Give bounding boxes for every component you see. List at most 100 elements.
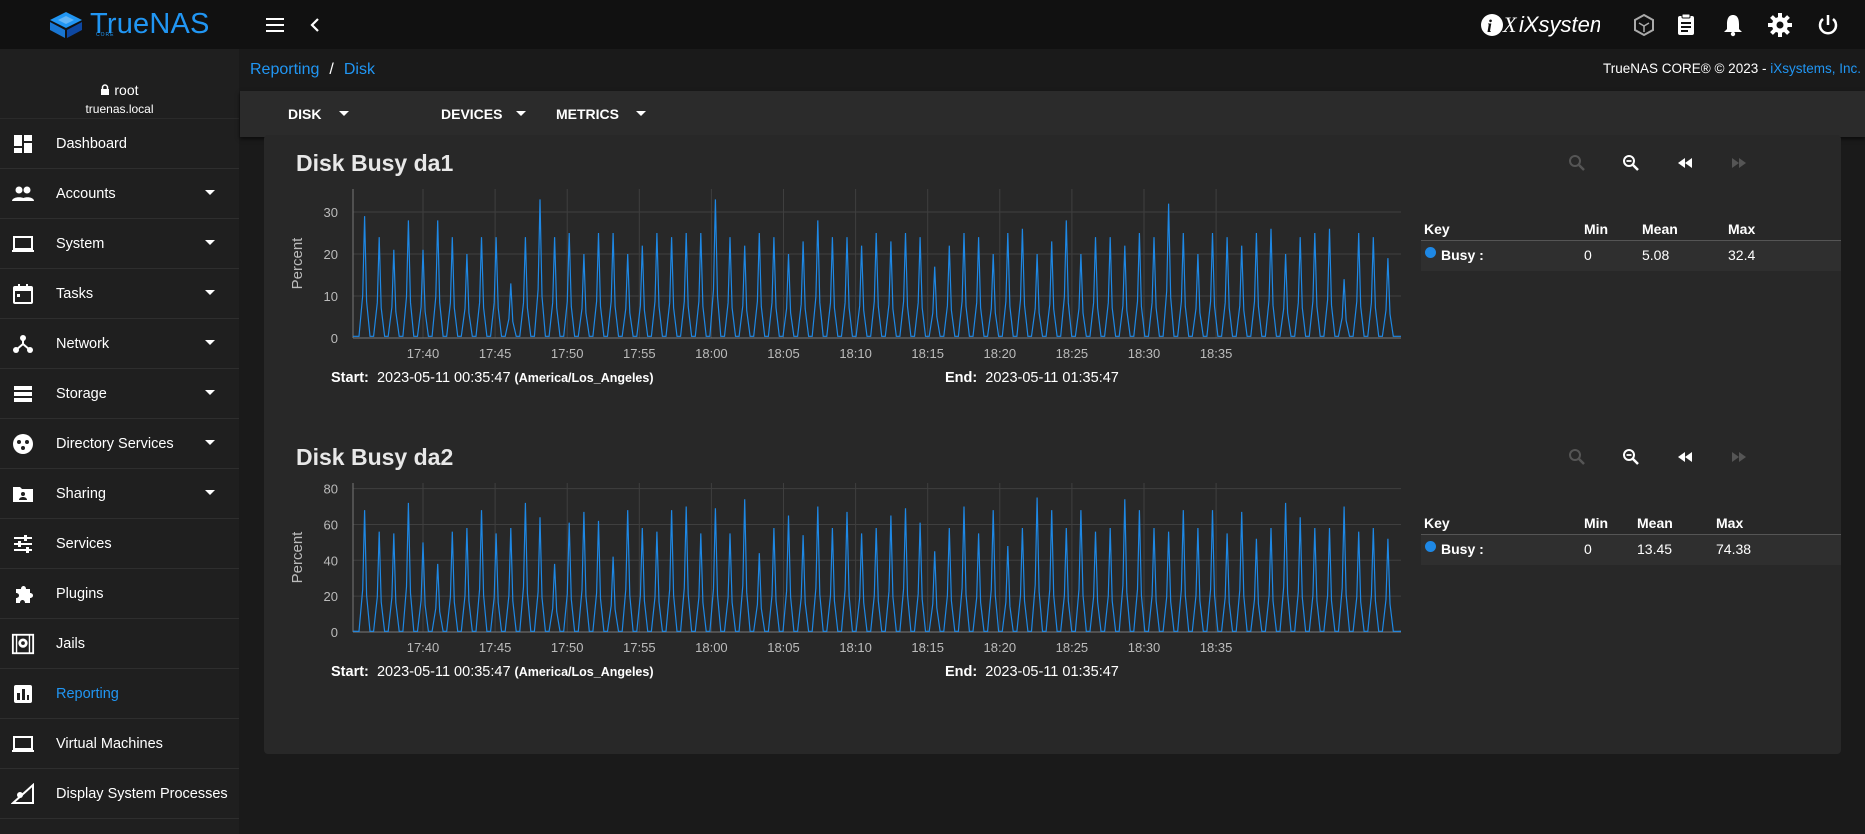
breadcrumb-separator: / (329, 60, 334, 78)
x-tick-label: 18:30 (1128, 640, 1161, 655)
jails-icon (11, 632, 35, 656)
user-name-row: root (0, 82, 239, 98)
legend-max-header: Max (1728, 221, 1756, 237)
copyright-text: TrueNAS CORE® © 2023 - (1603, 61, 1771, 76)
accounts-icon (11, 182, 35, 206)
step-forward-icon[interactable] (1729, 153, 1749, 173)
lock-icon (101, 84, 110, 95)
svg-text:iXsystems: iXsystems (1519, 12, 1600, 37)
sidebar-item-jails[interactable]: Jails (0, 619, 239, 669)
y-tick-label: 0 (331, 625, 338, 640)
zoom-out-icon[interactable] (1621, 153, 1641, 173)
chevron-down-icon[interactable] (205, 290, 215, 295)
timezone: (America/Los_Angeles) (514, 665, 654, 679)
zoom-in-icon[interactable] (1567, 447, 1587, 467)
tasks-icon (11, 282, 35, 306)
y-axis-label: Percent (289, 237, 306, 290)
step-back-icon[interactable] (1675, 153, 1695, 173)
end-value: 2023-05-11 01:35:47 (985, 664, 1119, 680)
devices-dropdown-caret-icon[interactable] (516, 111, 526, 116)
y-tick-label: 30 (324, 205, 338, 220)
task-manager-icon[interactable] (1673, 12, 1699, 38)
sidebar-item-virtual-machines[interactable]: Virtual Machines (0, 719, 239, 769)
sidebar-item-storage[interactable]: Storage (0, 369, 239, 419)
disk-dropdown-caret-icon[interactable] (339, 111, 349, 116)
chevron-down-icon[interactable] (205, 240, 215, 245)
breadcrumb: Reporting / Disk TrueNAS CORE® © 2023 - … (239, 49, 1865, 90)
series-color-dot (1425, 541, 1436, 552)
sidebar-item-directory-services[interactable]: Directory Services (0, 419, 239, 469)
bell-icon[interactable] (1720, 12, 1746, 38)
chevron-down-icon[interactable] (205, 440, 215, 445)
sidebar-item-network[interactable]: Network (0, 319, 239, 369)
power-icon[interactable] (1815, 12, 1841, 38)
start-time: Start: 2023-05-11 00:35:47 (America/Los_… (331, 664, 653, 680)
reporting-icon (11, 682, 35, 706)
chevron-down-icon[interactable] (205, 340, 215, 345)
x-tick-label: 18:05 (767, 640, 800, 655)
start-value: 2023-05-11 00:35:47 (376, 664, 511, 680)
logo-subtext: CORE (96, 32, 115, 38)
sidebar-item-sharing[interactable]: Sharing (0, 469, 239, 519)
truecommand-icon[interactable] (1631, 12, 1657, 38)
network-icon (11, 332, 35, 356)
sidebar-item-accounts[interactable]: Accounts (0, 169, 239, 219)
truenas-logo[interactable]: TrueNAS (48, 8, 210, 41)
gear-icon[interactable] (1767, 12, 1793, 38)
disk-busy-chart[interactable]: 0 20 40 60 80 17:40 17:45 17:50 17:55 18:00 18:05 1… (264, 429, 1424, 664)
system-icon (11, 232, 35, 256)
ixsystems-link[interactable]: iXsystems, Inc. (1770, 61, 1861, 76)
legend-row[interactable]: Busy : 0 5.08 32.4 (1421, 241, 1841, 271)
chevron-down-icon[interactable] (205, 190, 215, 195)
series-line-busy (352, 497, 1402, 632)
timezone: (America/Los_Angeles) (514, 371, 654, 385)
dashboard-icon (11, 132, 35, 156)
sidebar-item-reporting[interactable]: Reporting (0, 669, 239, 719)
legend-key-header: Key (1424, 515, 1450, 531)
step-forward-icon[interactable] (1729, 447, 1749, 467)
sidebar-item-dashboard[interactable]: Dashboard (0, 119, 239, 169)
ixsystems-logo: i X iXsystems (1480, 8, 1619, 50)
sidebar-item-display-system-processes[interactable]: Display System Processes (0, 769, 239, 819)
legend-min-value: 0 (1584, 247, 1592, 263)
metrics-dropdown-caret-icon[interactable] (636, 111, 646, 116)
devices-dropdown[interactable]: DEVICES (441, 106, 502, 122)
sidebar-item-tasks[interactable]: Tasks (0, 269, 239, 319)
x-tick-label: 17:40 (407, 346, 440, 361)
menu-icon[interactable] (264, 14, 288, 36)
legend-series-name: Busy : (1441, 541, 1484, 557)
y-tick-label: 20 (324, 247, 338, 262)
legend-max-header: Max (1716, 515, 1744, 531)
plugins-icon (11, 582, 35, 606)
x-tick-label: 18:25 (1056, 346, 1089, 361)
chevron-left-icon[interactable] (306, 14, 326, 36)
breadcrumb-disk[interactable]: Disk (344, 61, 375, 79)
breadcrumb-reporting[interactable]: Reporting (250, 61, 319, 79)
sharing-icon (11, 482, 35, 506)
start-label: Start: (331, 370, 369, 386)
sidebar-item-label: Jails (56, 635, 86, 652)
report-toolbar: DISK DEVICES METRICS (240, 91, 1865, 137)
main-content: Reporting / Disk TrueNAS CORE® © 2023 - … (239, 49, 1865, 834)
chevron-down-icon[interactable] (205, 490, 215, 495)
disk-dropdown[interactable]: DISK (288, 106, 321, 122)
step-back-icon[interactable] (1675, 447, 1695, 467)
sidebar-item-label: Reporting (56, 685, 119, 702)
disk-busy-chart[interactable]: 0 10 20 30 17:40 17:45 17:50 17:55 18:00 18:05 18:… (264, 135, 1424, 370)
chevron-down-icon[interactable] (205, 390, 215, 395)
sidebar: root truenas.local Dashboard Accounts Syst… (0, 49, 239, 834)
x-tick-label: 17:55 (623, 640, 656, 655)
zoom-in-icon[interactable] (1567, 153, 1587, 173)
zoom-out-icon[interactable] (1621, 447, 1641, 467)
sidebar-item-system[interactable]: System (0, 219, 239, 269)
legend-row[interactable]: Busy : 0 13.45 74.38 (1421, 535, 1841, 565)
x-tick-label: 18:00 (695, 640, 728, 655)
sidebar-item-services[interactable]: Services (0, 519, 239, 569)
legend-min-header: Min (1584, 221, 1609, 237)
x-tick-label: 18:35 (1200, 640, 1233, 655)
sidebar-item-plugins[interactable]: Plugins (0, 569, 239, 619)
y-tick-label: 80 (324, 482, 338, 497)
services-icon (11, 532, 35, 556)
metrics-dropdown[interactable]: METRICS (556, 106, 619, 122)
legend-header: Key Min Mean Max (1421, 215, 1841, 241)
